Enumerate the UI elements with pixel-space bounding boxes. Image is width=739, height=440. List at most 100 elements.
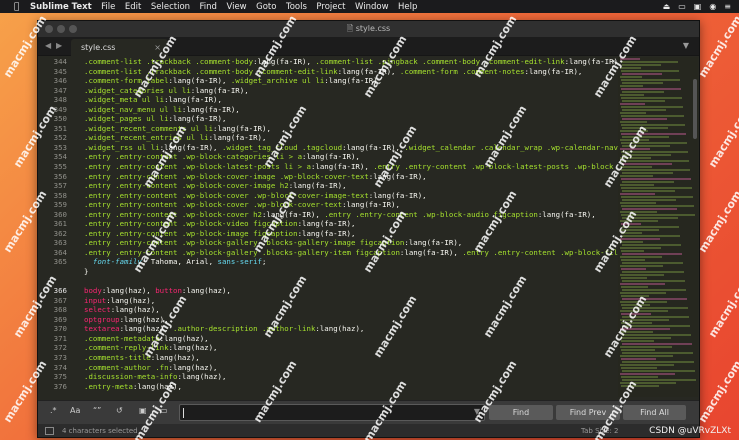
code-token: .entry .entry-content .wp-block-image fi… — [84, 228, 298, 238]
code-line[interactable]: 348 .widget_meta ul li:lang(fa-IR), — [38, 95, 618, 105]
menubar-status-icons: ⏏ ▭ ▣ ◉ ≡ — [663, 0, 731, 13]
menu-window[interactable]: Window — [355, 2, 389, 12]
code-token: .comment-form label — [84, 76, 169, 86]
code-line[interactable]: 356 .entry .entry-content .wp-block-cover… — [38, 172, 618, 182]
highlight-matches-toggle-icon[interactable]: ▭ — [160, 406, 168, 415]
code-line[interactable]: 376 .entry-meta:lang(haz), — [38, 382, 618, 392]
code-line[interactable]: 353 .widget_rss ul li:lang(fa-IR), .widge… — [38, 143, 618, 153]
minimap-line — [620, 274, 664, 276]
case-sensitive-toggle[interactable]: Aa — [70, 406, 80, 415]
code-line[interactable]: 359 .entry .entry-content .wp-block-cover… — [38, 200, 618, 210]
menu-selection[interactable]: Selection — [151, 2, 190, 12]
code-line[interactable]: 366 body:lang(haz), button:lang(haz), — [38, 286, 618, 296]
menu-app-name[interactable]: Sublime Text — [30, 2, 92, 12]
regex-toggle[interactable]: .* — [50, 406, 57, 415]
tab-size-indicator[interactable]: Tab Size: 2 — [581, 427, 618, 435]
battery-icon[interactable]: ▭ — [678, 2, 686, 11]
tab-style-css[interactable]: style.css × — [71, 39, 168, 56]
code-token: .entry .entry-content .wp-block-cover-im… — [84, 171, 369, 181]
panel-toggle-icon[interactable] — [45, 427, 54, 435]
find-prev-button[interactable]: Find Prev — [556, 405, 620, 420]
chevron-right-icon[interactable]: ▶ — [56, 41, 62, 50]
menu-project[interactable]: Project — [316, 2, 345, 12]
in-selection-toggle-icon[interactable]: ▣ — [139, 406, 147, 415]
line-number: 346 — [53, 76, 67, 86]
apple-icon[interactable]:  — [14, 2, 24, 12]
code-line[interactable]: 351 .widget_recent_comments ul li:lang(fa… — [38, 124, 618, 134]
code-line[interactable]: 370 textarea:lang(haz), .author-descripti… — [38, 324, 618, 334]
code-line[interactable]: 374 .comment-author .fn:lang(haz), — [38, 363, 618, 373]
menu-tools[interactable]: Tools — [286, 2, 307, 12]
menu-view[interactable]: View — [226, 2, 246, 12]
menu-help[interactable]: Help — [398, 2, 417, 12]
find-panel: .* Aa “” ↺ ▣ ▭ ▼ Find Find Prev Find All — [38, 400, 699, 424]
code-token: sans-serif — [217, 257, 263, 267]
code-line[interactable]: 360 .entry .entry-content .wp-block-cover… — [38, 210, 618, 220]
tab-dropdown-icon[interactable]: ▼ — [683, 41, 689, 50]
minimap-line — [622, 73, 662, 75]
wrap-toggle-icon[interactable]: ↺ — [116, 406, 123, 415]
line-number: 366 — [53, 286, 67, 296]
code-token: :lang(haz), — [119, 314, 169, 324]
minimap-line — [621, 322, 652, 324]
menu-extras-icon[interactable]: ≡ — [724, 2, 731, 11]
code-token: :lang(fa-IR), — [368, 190, 427, 200]
chevron-left-icon[interactable]: ◀ — [45, 41, 51, 50]
code-line[interactable]: 352 .widget_recent_entries ul li:lang(fa-… — [38, 133, 618, 143]
code-line[interactable]: 346 .comment-form label:lang(fa-IR), .wid… — [38, 76, 618, 86]
minimap-line — [621, 268, 646, 270]
code-line[interactable]: } — [38, 267, 618, 277]
code-line[interactable]: 367 input:lang(haz), — [38, 296, 618, 306]
minimap-line — [622, 370, 695, 372]
line-number: 352 — [53, 133, 67, 143]
code-line[interactable]: 364 .entry .entry-content .wp-block-galle… — [38, 248, 618, 258]
code-token: select — [84, 305, 111, 315]
whole-word-toggle[interactable]: “” — [93, 406, 101, 415]
history-dropdown-icon[interactable]: ▼ — [474, 407, 480, 416]
watermark-text: macmj.com — [696, 358, 739, 425]
code-line[interactable]: 368 select:lang(haz), — [38, 305, 618, 315]
code-line[interactable]: 362 .entry .entry-content .wp-block-image… — [38, 229, 618, 239]
code-line[interactable]: 345 .comment-list .trackback .comment-bod… — [38, 67, 618, 77]
code-text: .entry .entry-content .wp-block-cover .w… — [70, 191, 427, 201]
code-line[interactable]: 349 .widget_nav_menu ul li:lang(fa-IR), — [38, 105, 618, 115]
menu-file[interactable]: File — [101, 2, 115, 12]
code-line[interactable]: 375 .discussion-meta-info:lang(haz), — [38, 372, 618, 382]
close-tab-icon[interactable]: × — [154, 43, 161, 52]
code-line[interactable]: 371 .comment-metadata:lang(haz), — [38, 334, 618, 344]
code-line[interactable]: 365 font-family: Tahoma, Arial, sans-ser… — [38, 257, 618, 267]
code-line[interactable]: 354 .entry .entry-content .wp-block-categ… — [38, 152, 618, 162]
menu-find[interactable]: Find — [200, 2, 217, 12]
code-line[interactable]: 347 .widget_categories ul li:lang(fa-IR), — [38, 86, 618, 96]
find-button[interactable]: Find — [489, 405, 553, 420]
menu-goto[interactable]: Goto — [256, 2, 276, 12]
find-input[interactable]: ▼ — [179, 404, 485, 421]
code-text: .comment-list .trackback .comment-body .… — [70, 67, 582, 77]
scrollbar-thumb[interactable] — [693, 79, 697, 139]
code-line[interactable]: 344 .comment-list .trackback .comment-bod… — [38, 57, 618, 67]
minimap[interactable] — [618, 57, 698, 397]
minimap-line — [622, 271, 684, 273]
macos-menubar:  Sublime Text File Edit Selection Find … — [0, 0, 739, 13]
eject-icon[interactable]: ⏏ — [663, 2, 671, 11]
code-token: :lang(fa-IR), — [404, 238, 463, 248]
menu-edit[interactable]: Edit — [125, 2, 141, 12]
code-token: :lang(fa-IR), — [159, 142, 222, 152]
switch-icon[interactable]: ◉ — [709, 2, 716, 11]
watermark-text: macmj.com — [706, 273, 739, 340]
code-editor[interactable]: 344 .comment-list .trackback .comment-bod… — [38, 57, 618, 400]
code-line[interactable]: 373 .comments-title:lang(haz), — [38, 353, 618, 363]
display-icon[interactable]: ▣ — [694, 2, 702, 11]
code-token: :lang(haz), — [119, 324, 174, 334]
code-line[interactable]: 358 .entry .entry-content .wp-block-cover… — [38, 191, 618, 201]
code-line[interactable]: 372 .comment-reply-link:lang(haz), — [38, 343, 618, 353]
code-line[interactable] — [38, 277, 618, 287]
code-line[interactable]: 355 .entry .entry-content .wp-block-lates… — [38, 162, 618, 172]
code-line[interactable]: 369 optgroup:lang(haz), — [38, 315, 618, 325]
code-line[interactable]: 350 .widget_pages ul li:lang(fa-IR), — [38, 114, 618, 124]
minimap-line — [622, 145, 670, 147]
code-line[interactable]: 363 .entry .entry-content .wp-block-galle… — [38, 238, 618, 248]
find-all-button[interactable]: Find All — [623, 405, 686, 420]
code-line[interactable]: 361 .entry .entry-content .wp-block-video… — [38, 219, 618, 229]
code-line[interactable]: 357 .entry .entry-content .wp-block-cover… — [38, 181, 618, 191]
